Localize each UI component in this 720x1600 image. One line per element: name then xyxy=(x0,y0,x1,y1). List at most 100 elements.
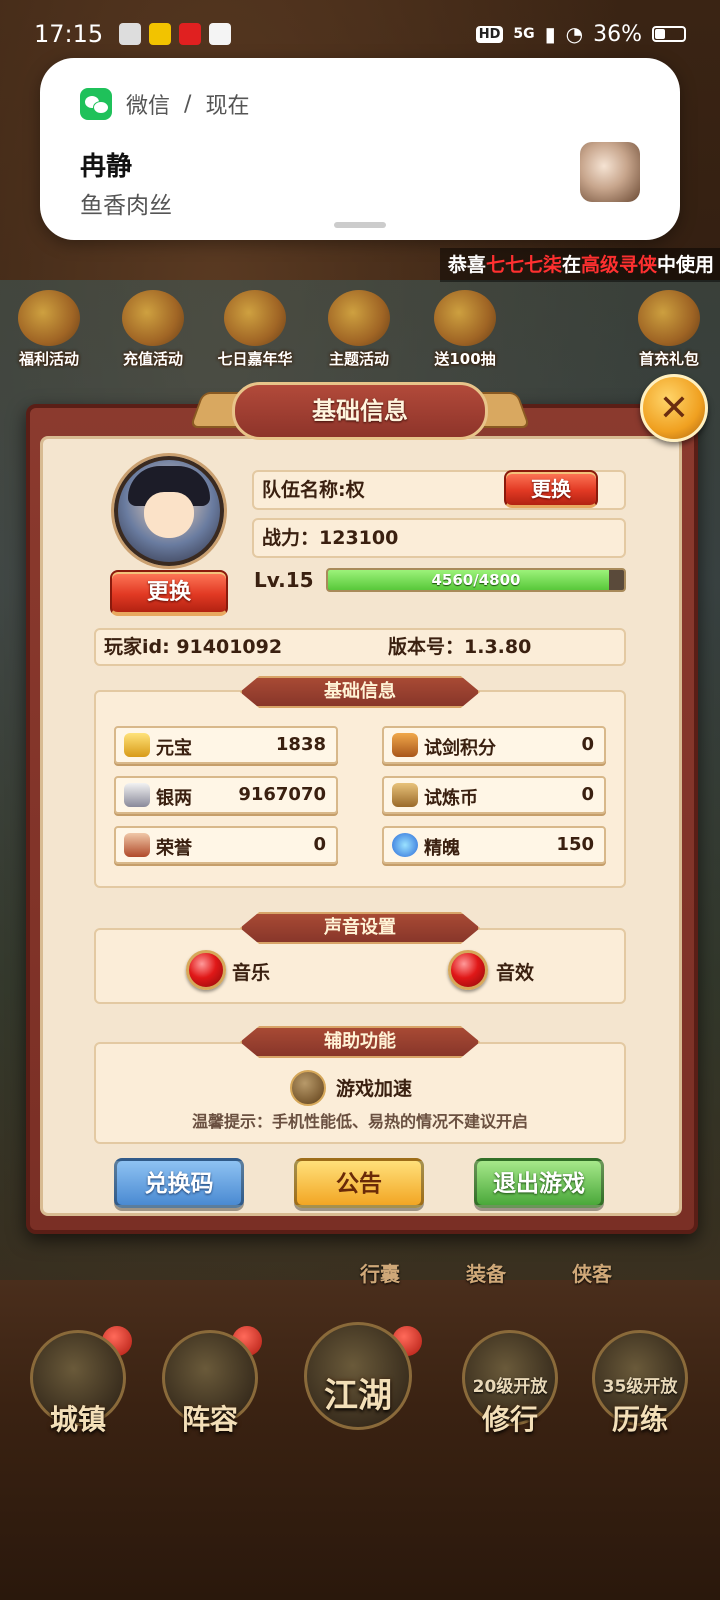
redeem-code-button[interactable]: 兑换码 xyxy=(114,1158,244,1208)
resource-name: 元宝 xyxy=(156,738,192,759)
sound-settings-header: 声音设置 xyxy=(240,912,480,944)
nav-train-lock: 35级开放 xyxy=(602,1377,678,1397)
silver-ingot-icon xyxy=(124,783,150,807)
resource-value: 1838 xyxy=(275,734,326,755)
event-label: 主题活动 xyxy=(328,350,389,368)
resource-name: 试剑积分 xyxy=(424,738,496,759)
marquee-prefix: 恭喜 xyxy=(447,254,486,276)
music-toggle[interactable] xyxy=(186,950,226,990)
event-label: 送100抽 xyxy=(434,350,496,368)
version-label: 版本号：1.3.80 xyxy=(388,636,532,658)
combat-power-field: 战力：123100 xyxy=(252,518,626,558)
announcement-button[interactable]: 公告 xyxy=(294,1158,424,1208)
panel-title: 基础信息 xyxy=(232,382,488,440)
status-time: 17:15 xyxy=(34,20,104,48)
marquee-player: 七七七柒 xyxy=(485,254,562,276)
nav-cultivate-lock: 20级开放 xyxy=(472,1377,548,1397)
honor-icon xyxy=(124,833,150,857)
notification-message: 鱼香肉丝 xyxy=(80,193,172,219)
exp-text: 4560/4800 xyxy=(431,571,521,589)
resource-name: 荣誉 xyxy=(156,838,192,859)
marquee-suffix: 中使用 xyxy=(656,254,714,276)
event-free-draws[interactable]: 送100抽 xyxy=(420,290,510,369)
wechat-notification[interactable]: 微信 / 现在 冉静 鱼香肉丝 xyxy=(40,58,680,240)
close-icon: ✕ xyxy=(658,387,690,429)
player-id-label: 玩家id: 91401092 xyxy=(104,636,283,658)
trial-coin-icon xyxy=(392,783,418,807)
signal-icon: ▮ xyxy=(544,22,556,46)
seven-day-icon xyxy=(224,290,286,346)
sfx-toggle[interactable] xyxy=(448,950,488,990)
sender-avatar xyxy=(580,142,640,202)
aux-functions-header: 辅助功能 xyxy=(240,1026,480,1058)
gift-draw-icon xyxy=(434,290,496,346)
combat-power-label: 战力：123100 xyxy=(262,527,399,549)
resource-value: 9167070 xyxy=(238,784,326,805)
nav-town-label: 城镇 xyxy=(49,1403,106,1436)
event-welfare[interactable]: 福利活动 xyxy=(4,290,94,369)
resource-name: 试炼币 xyxy=(424,788,478,809)
avatar[interactable] xyxy=(114,456,224,566)
battery-percent: 36% xyxy=(593,21,642,47)
resource-spirit: 精魄 150 xyxy=(382,826,606,864)
sword-trial-icon xyxy=(392,733,418,757)
event-label: 首充礼包 xyxy=(638,350,699,368)
resource-value: 0 xyxy=(581,784,594,805)
resource-sword-trial-points: 试剑积分 0 xyxy=(382,726,606,764)
meituan-status-icon xyxy=(149,23,172,45)
notification-separator: / xyxy=(184,91,192,117)
resource-value: 0 xyxy=(581,734,594,755)
theme-icon xyxy=(328,290,390,346)
wifi-icon: ◔ xyxy=(565,22,584,46)
notification-time: 现在 xyxy=(205,94,250,119)
recharge-icon xyxy=(122,290,184,346)
game-accel-toggle[interactable] xyxy=(290,1070,326,1106)
exp-bar: 4560/4800 xyxy=(326,568,626,592)
event-recharge[interactable]: 充值活动 xyxy=(108,290,198,369)
nav-cultivate-label: 修行 xyxy=(481,1403,538,1436)
resource-name: 银两 xyxy=(156,788,192,809)
wechat-icon xyxy=(80,88,112,120)
avatar-face xyxy=(144,492,194,538)
network-label: 5G xyxy=(513,26,535,42)
spirit-icon xyxy=(392,833,418,857)
notification-app-row: 微信 / 现在 xyxy=(80,88,249,120)
level-label: Lv.15 xyxy=(254,568,314,592)
music-label: 音乐 xyxy=(232,962,271,984)
event-seven-day[interactable]: 七日嘉年华 xyxy=(200,290,310,369)
event-label: 福利活动 xyxy=(18,350,79,368)
equipment-label[interactable]: 装备 xyxy=(466,1258,506,1287)
nav-jianghu-label: 江湖 xyxy=(324,1376,392,1416)
performance-tip: 温馨提示：手机性能低、易热的情况不建议开启 xyxy=(191,1112,528,1131)
app-status-icon xyxy=(179,23,202,45)
change-avatar-button[interactable]: 更换 xyxy=(110,570,228,616)
gold-ingot-icon xyxy=(124,733,150,757)
weibo-status-icon xyxy=(209,23,232,45)
resource-gold-ingot: 元宝 1838 xyxy=(114,726,338,764)
marquee-mid: 在 xyxy=(561,254,581,276)
notification-app-name: 微信 xyxy=(126,94,171,119)
notification-sender: 冉静 xyxy=(80,152,133,182)
marquee-event: 高级寻侠 xyxy=(580,254,657,276)
basic-info-header: 基础信息 xyxy=(240,676,480,708)
resource-silver: 银两 9167070 xyxy=(114,776,338,814)
bag-label[interactable]: 行囊 xyxy=(360,1258,400,1287)
event-first-recharge[interactable]: 首充礼包 xyxy=(624,290,714,369)
notification-handle[interactable] xyxy=(334,222,386,228)
event-label: 七日嘉年华 xyxy=(217,350,293,368)
event-icon-row: 福利活动 充值活动 七日嘉年华 主题活动 送100抽 首充礼包 xyxy=(0,290,720,370)
heroes-label[interactable]: 侠客 xyxy=(572,1258,612,1287)
resource-value: 150 xyxy=(556,834,594,855)
battery-icon xyxy=(652,26,686,42)
event-label: 充值活动 xyxy=(122,350,183,368)
close-button[interactable]: ✕ xyxy=(640,374,708,442)
resource-honor: 荣誉 0 xyxy=(114,826,338,864)
announcement-marquee: 恭喜七七七柒在高级寻侠中使用 xyxy=(439,248,720,282)
event-theme[interactable]: 主题活动 xyxy=(314,290,404,369)
team-name-label: 队伍名称:权 xyxy=(262,479,365,501)
welfare-icon xyxy=(18,290,80,346)
wechat-status-icon xyxy=(119,23,142,45)
change-team-name-button[interactable]: 更换 xyxy=(504,470,598,508)
exit-game-button[interactable]: 退出游戏 xyxy=(474,1158,604,1208)
sfx-label: 音效 xyxy=(496,962,535,984)
